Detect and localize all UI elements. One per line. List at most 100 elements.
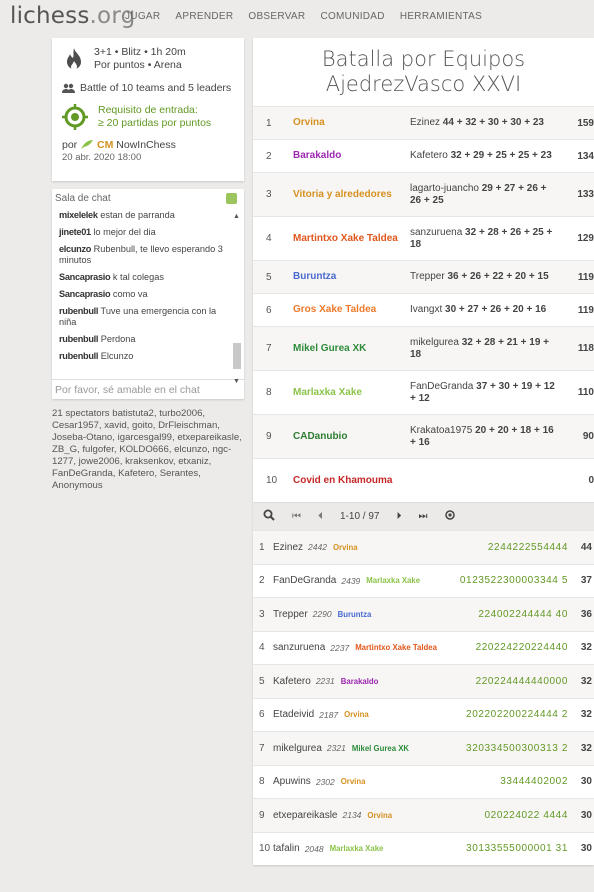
player-row[interactable]: 3 Trepper 2290 Buruntza 224002244444 40 36 [253,597,594,631]
team-rank: 1 [266,117,272,129]
player-name[interactable]: FanDeGranda [273,575,336,586]
player-sheet: 202202200224444 2 [466,709,568,721]
team-name[interactable]: Orvina [293,117,410,129]
player-rating: 2302 [315,776,335,787]
player-row[interactable]: 9 etxepareikasle 2134 Orvina 020224022 4444 3… [253,798,594,832]
nav-observar[interactable]: OBSERVAR [248,11,305,22]
player-name[interactable]: mikelgurea [273,743,322,754]
scroll-thumb[interactable] [233,343,241,369]
team-row[interactable]: 2 Barakaldo Kafetero 32 + 29 + 25 + 25 + 2… [253,139,594,172]
chat-title: Sala de chat [55,193,111,204]
team-row[interactable]: 7 Mikel Gurea XK mikelgurea 32 + 28 + 21 +… [253,326,594,370]
team-rank: 3 [266,189,272,200]
team-row[interactable]: 4 Martintxo Xake Taldea sanzuruena 32 + 28… [253,216,594,260]
player-name[interactable]: Trepper [273,609,308,620]
player-name[interactable]: etxepareikasle [273,810,337,821]
nav-aprender[interactable]: APRENDER [175,11,233,22]
next-page-icon[interactable]: ⏵ [396,511,401,522]
player-row[interactable]: 4 sanzuruena 2237 Martintxo Xake Taldea 2202… [253,630,594,665]
team-name[interactable]: CADanubio [293,431,410,443]
team-row[interactable]: 1 Orvina Ezinez 44 + 32 + 30 + 30 + 23 159 [253,106,594,139]
team-leader[interactable]: Krakatoa1975 [410,425,472,436]
player-name[interactable]: tafalin [273,843,300,854]
tournament-info-card: 3+1 • Blitz • 1h 20m Por puntos • Arena B… [52,38,244,181]
player-row[interactable]: 7 mikelgurea 2321 Mikel Gurea XK 32033450030… [253,731,594,765]
team-total: 119 [577,304,594,316]
battle-description: Battle of 10 teams and 5 leaders [80,82,232,94]
player-row[interactable]: 10 tafalin 2048 Marlaxka Xake 30133555000001… [253,831,594,866]
scroll-down-icon[interactable]: ▼ [233,378,240,385]
search-icon[interactable] [263,509,275,524]
nav-jugar[interactable]: JUGAR [125,11,160,22]
player-rating: 2321 [326,743,346,754]
player-name[interactable]: Apuwins [273,776,311,787]
player-row[interactable]: 1 Ezinez 2442 Orvina 2244222554444 44 [253,530,594,564]
team-leader[interactable]: lagarto-juancho [410,183,479,194]
team-leader[interactable]: Ivangxt [410,304,442,315]
team-name[interactable]: Gros Xake Taldea [293,304,410,316]
nav-comunidad[interactable]: COMUNIDAD [320,11,384,22]
player-team[interactable]: Orvina [333,543,358,552]
player-team[interactable]: Orvina [344,710,369,719]
player-team[interactable]: Martintxo Xake Taldea [355,643,437,652]
team-row[interactable]: 6 Gros Xake Taldea Ivangxt 30 + 27 + 26 + … [253,293,594,326]
player-row[interactable]: 5 Kafetero 2231 Barakaldo 220224444440000 32 [253,664,594,698]
player-name[interactable]: sanzuruena [273,642,325,653]
team-row[interactable]: 3 Vitoria y alrededores lagarto-juancho 29… [253,172,594,216]
chat-line: Sancaprasio k tal colegas [59,272,164,282]
team-leader[interactable]: sanzuruena [410,227,462,238]
player-sheet: 320334500300313 2 [466,742,568,754]
locate-me-icon[interactable] [444,509,456,524]
chat-toggle[interactable] [226,193,237,204]
team-players: Trepper 36 + 26 + 22 + 20 + 15 [410,271,560,283]
prev-page-icon[interactable]: ⏴ [318,511,323,522]
feather-icon [80,139,94,150]
player-row[interactable]: 6 Etadeivid 2187 Orvina 202202200224444 2 32 [253,697,594,732]
team-row[interactable]: 5 Buruntza Trepper 36 + 26 + 22 + 20 + 15 1… [253,260,594,293]
lichess-logo[interactable]: lichess.org [10,3,135,29]
player-team[interactable]: Barakaldo [341,677,379,686]
team-rank: 6 [266,304,272,316]
team-name[interactable]: Martintxo Xake Taldea [293,233,410,245]
team-leader[interactable]: Kafetero [410,150,448,161]
player-team[interactable]: Orvina [367,811,392,820]
team-name[interactable]: Marlaxka Xake [293,387,410,399]
player-name[interactable]: Kafetero [273,676,311,687]
team-name[interactable]: Barakaldo [293,150,410,162]
player-name[interactable]: Ezinez [273,542,303,553]
requirement-text: ≥ 20 partidas por puntos [98,117,212,129]
player-team[interactable]: Marlaxka Xake [330,844,384,853]
team-total: 118 [577,343,594,354]
scroll-up-icon[interactable]: ▲ [233,213,240,220]
player-row[interactable]: 2 FanDeGranda 2439 Marlaxka Xake 01235223000… [253,563,594,598]
player-team[interactable]: Orvina [341,777,366,786]
team-leader[interactable]: mikelgurea [410,337,459,348]
nav-herramientas[interactable]: HERRAMIENTAS [400,11,482,22]
spectators-list: 21 spectators batistuta2, turbo2006, Ces… [52,408,242,491]
team-row[interactable]: 10 Covid en Khamouma 0 [253,458,594,502]
player-team[interactable]: Buruntza [338,610,372,619]
player-score: 32 [580,742,592,754]
chat-scrollbar[interactable]: ▲ ▼ [232,211,242,385]
player-row[interactable]: 8 Apuwins 2302 Orvina 33444402002 30 [253,764,594,799]
team-rank: 4 [266,233,272,244]
chat-input[interactable]: Por favor, sé amable en el chat [52,379,244,399]
team-name[interactable]: Covid en Khamouma [293,475,410,487]
player-team[interactable]: Mikel Gurea XK [352,744,409,753]
team-leader[interactable]: FanDeGranda [410,381,473,392]
team-name[interactable]: Mikel Gurea XK [293,343,410,355]
team-leader[interactable]: Ezinez [410,117,440,128]
player-team[interactable]: Marlaxka Xake [366,576,420,585]
player-rating: 2442 [308,542,327,553]
team-name[interactable]: Vitoria y alrededores [293,189,410,201]
team-row[interactable]: 9 CADanubio Krakatoa1975 20 + 20 + 18 + 16… [253,414,594,458]
player-name[interactable]: Etadeivid [273,709,314,720]
team-name[interactable]: Buruntza [293,271,410,283]
tournament-mode: Por puntos • Arena [94,59,182,71]
first-page-icon[interactable]: ⏮ [292,511,301,522]
team-row[interactable]: 8 Marlaxka Xake FanDeGranda 37 + 30 + 19 +… [253,370,594,414]
team-leader[interactable]: Trepper [410,271,445,282]
last-page-icon[interactable]: ⏭ [418,511,427,522]
team-players: Kafetero 32 + 29 + 25 + 25 + 23 [410,150,560,162]
creator-name[interactable]: NowInChess [116,139,176,151]
